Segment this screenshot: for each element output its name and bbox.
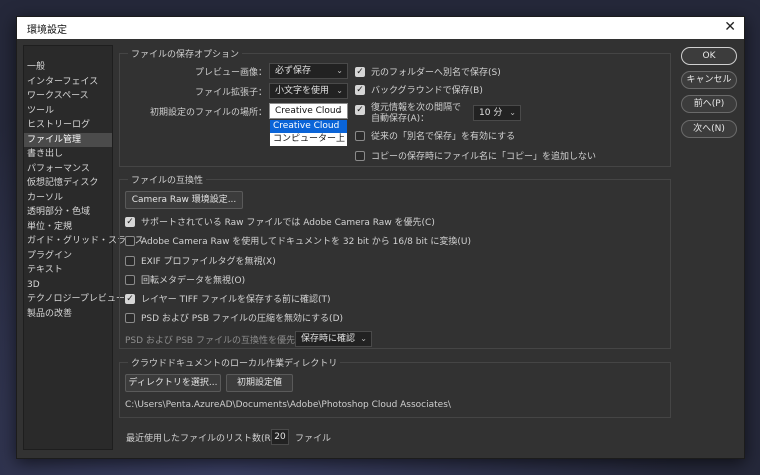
cancel-button[interactable]: キャンセル: [681, 71, 737, 89]
sidebar-item[interactable]: 製品の改善: [24, 307, 112, 322]
compat-option-label: EXIF プロファイルタグを無視(X): [141, 257, 276, 267]
sidebar-item[interactable]: テクノロジープレビュー: [24, 292, 125, 307]
location-option-computer[interactable]: コンピューター上: [270, 133, 347, 146]
sidebar-item[interactable]: 一般: [24, 60, 112, 75]
chevron-down-icon: ⌄: [336, 86, 343, 95]
location-option-creative-cloud[interactable]: Creative Cloud: [270, 120, 347, 133]
sidebar-item[interactable]: 仮想記憶ディスク: [24, 176, 112, 191]
sidebar-item[interactable]: ワークスペース: [24, 89, 112, 104]
sidebar-item[interactable]: 単位・定規: [24, 220, 112, 235]
sidebar-item[interactable]: プラグイン: [24, 249, 112, 264]
extension-select-value: 小文字を使用: [275, 86, 330, 96]
window-title: 環境設定: [27, 25, 67, 36]
location-label: 初期設定のファイルの場所：: [149, 108, 267, 118]
chevron-down-icon: ⌄: [336, 106, 343, 115]
sidebar-item[interactable]: インターフェイス: [24, 75, 112, 90]
no-copy-suffix-checkbox[interactable]: コピーの保存時にファイル名に「コピー」を追加しない: [355, 149, 596, 162]
checkbox-empty-icon: [125, 255, 135, 266]
compat-group: ファイルの互換性 Camera Raw 環境設定... ✓ サポートされている R…: [119, 173, 671, 349]
compat-option-checkbox[interactable]: ✓ サポートされている Raw ファイルでは Adobe Camera Raw を…: [125, 215, 435, 228]
choose-directory-button[interactable]: ディレクトリを選択...: [125, 374, 221, 392]
sidebar-item[interactable]: 透明部分・色域: [24, 205, 112, 220]
compat-option-checkbox[interactable]: PSD および PSB ファイルの圧縮を無効にする(D): [125, 311, 343, 324]
cloud-dir-path: C:\Users\Penta.AzureAD\Documents\Adobe\P…: [125, 400, 451, 410]
checkmark-icon: ✓: [355, 84, 365, 95]
chevron-down-icon: ⌄: [360, 334, 367, 343]
autosave-interval-value: 10 分: [479, 108, 503, 118]
maximize-compat-select[interactable]: 保存時に確認 ⌄: [295, 331, 372, 347]
sidebar-item[interactable]: ツール: [24, 104, 112, 119]
sidebar-item[interactable]: テキスト: [24, 263, 112, 278]
extension-select[interactable]: 小文字を使用 ⌄: [269, 83, 348, 99]
location-select[interactable]: Creative Cloud ⌄: [269, 103, 348, 119]
default-directory-button[interactable]: 初期設定値: [226, 374, 293, 392]
sidebar-item[interactable]: ファイル管理: [24, 132, 112, 147]
extension-label: ファイル拡張子：: [194, 88, 267, 98]
maximize-compat-label: PSD および PSB ファイルの互換性を優先：: [125, 336, 304, 346]
legacy-save-as-label: 従来の「別名で保存」を有効にする: [371, 132, 516, 142]
checkbox-empty-icon: [355, 130, 365, 141]
chevron-down-icon: ⌄: [336, 66, 343, 75]
sidebar-item[interactable]: パフォーマンス: [24, 162, 112, 177]
sidebar-item[interactable]: カーソル: [24, 191, 112, 206]
compat-option-checkbox[interactable]: Adobe Camera Raw を使用してドキュメントを 32 bit から …: [125, 234, 471, 247]
preview-select[interactable]: 必ず保存 ⌄: [269, 63, 348, 79]
preview-label: プレビュー画像：: [194, 68, 267, 78]
compat-option-label: レイヤー TIFF ファイルを保存する前に確認(T): [141, 295, 331, 305]
save-options-group: ファイルの保存オプション プレビュー画像： 必ず保存 ⌄ ファイル拡張子： 小文…: [119, 47, 671, 167]
background-save-checkbox[interactable]: ✓ バックグラウンドで保存(B): [355, 83, 483, 96]
compat-option-label: Adobe Camera Raw を使用してドキュメントを 32 bit から …: [141, 237, 471, 247]
cloud-dir-title: クラウドドキュメントのローカル作業ディレクトリ: [128, 356, 341, 369]
background-save-label: バックグラウンドで保存(B): [371, 86, 483, 96]
maximize-compat-value: 保存時に確認: [301, 334, 356, 344]
save-original-folder-label: 元のフォルダーへ別名で保存(S): [371, 68, 501, 78]
sidebar-item[interactable]: 書き出し: [24, 147, 112, 162]
category-list: 一般 インターフェイス ワークスペース ツール ヒストリーログ ファイル管理 書き出し パフォ…: [23, 45, 144, 450]
save-options-title: ファイルの保存オプション: [128, 47, 243, 60]
sidebar-item[interactable]: ヒストリーログ: [24, 118, 112, 133]
camera-raw-prefs-button[interactable]: Camera Raw 環境設定...: [125, 191, 243, 209]
compat-option-checkbox[interactable]: EXIF プロファイルタグを無視(X): [125, 254, 276, 267]
location-select-value: Creative Cloud: [275, 106, 342, 116]
checkbox-empty-icon: [125, 235, 135, 246]
recent-files-input[interactable]: 20: [271, 429, 289, 445]
location-dropdown: Creative Cloud コンピューター上: [269, 119, 348, 147]
autosave-interval-select[interactable]: 10 分 ⌄: [473, 105, 521, 121]
checkmark-icon: ✓: [355, 105, 365, 115]
sidebar-item[interactable]: 3D: [24, 278, 112, 293]
legacy-save-as-checkbox[interactable]: 従来の「別名で保存」を有効にする: [355, 129, 515, 142]
next-button[interactable]: 次へ(N): [681, 120, 737, 138]
checkbox-empty-icon: [355, 150, 365, 161]
compat-option-label: PSD および PSB ファイルの圧縮を無効にする(D): [141, 314, 344, 324]
compat-option-label: サポートされている Raw ファイルでは Adobe Camera Raw を優…: [141, 218, 435, 228]
checkmark-icon: ✓: [125, 216, 135, 227]
compat-option-label: 回転メタデータを無視(O): [141, 276, 246, 286]
autosave-label-line2: 自動保存(A)：: [371, 114, 430, 124]
recent-files-label: 最近使用したファイルのリスト数(R)：: [126, 434, 284, 444]
no-copy-suffix-label: コピーの保存時にファイル名に「コピー」を追加しない: [371, 152, 597, 162]
checkmark-icon: ✓: [125, 293, 135, 304]
save-original-folder-checkbox[interactable]: ✓ 元のフォルダーへ別名で保存(S): [355, 65, 501, 78]
checkbox-empty-icon: [125, 312, 135, 323]
autosave-checkbox[interactable]: ✓: [355, 105, 371, 115]
compat-title: ファイルの互換性: [128, 173, 207, 186]
close-icon[interactable]: ✕: [724, 19, 736, 35]
compat-option-checkbox[interactable]: ✓ レイヤー TIFF ファイルを保存する前に確認(T): [125, 292, 330, 305]
prev-button[interactable]: 前へ(P): [681, 95, 737, 113]
sidebar-item[interactable]: ガイド・グリッド・スライス: [24, 234, 144, 249]
checkmark-icon: ✓: [355, 66, 365, 77]
ok-button[interactable]: OK: [681, 47, 737, 65]
compat-option-checkbox[interactable]: 回転メタデータを無視(O): [125, 273, 245, 286]
title-bar: 環境設定 ✕: [17, 17, 744, 39]
chevron-down-icon: ⌄: [509, 108, 516, 117]
checkbox-empty-icon: [125, 274, 135, 285]
recent-files-unit: ファイル: [295, 434, 332, 444]
preview-select-value: 必ず保存: [275, 66, 312, 76]
preferences-dialog: 環境設定 ✕ 一般 インターフェイス ワークスペース ツール ヒストリーログ ファイル管理…: [16, 16, 745, 459]
cloud-dir-group: クラウドドキュメントのローカル作業ディレクトリ ディレクトリを選択... 初期設…: [119, 356, 671, 418]
